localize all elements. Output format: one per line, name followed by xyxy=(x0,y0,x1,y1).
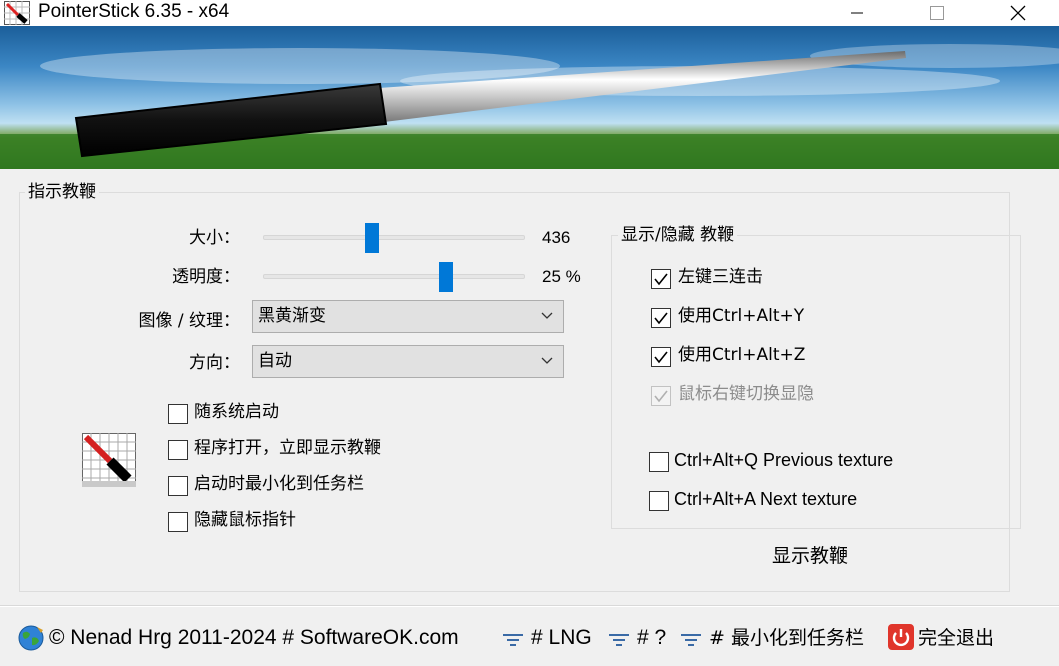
checkbox-previous-texture[interactable] xyxy=(649,452,669,472)
checkmark-icon xyxy=(654,390,668,403)
direction-label: 方向： xyxy=(189,353,240,373)
size-slider-track[interactable] xyxy=(263,235,525,240)
globe-icon[interactable] xyxy=(17,624,45,652)
pointer-group-title: 指示教鞭 xyxy=(25,182,99,202)
checkmark-icon xyxy=(654,312,668,325)
chevron-down-icon xyxy=(541,301,553,343)
checkbox-triple-click[interactable] xyxy=(651,269,671,289)
title-bar: PointerStick 6.35 - x64 xyxy=(0,0,1059,26)
showhide-group-title: 显示/隐藏 教鞭 xyxy=(618,225,738,245)
checkbox-hide-cursor[interactable] xyxy=(168,512,188,532)
chevron-down-icon xyxy=(541,346,553,388)
texture-selected: 黑黄渐变 xyxy=(258,306,326,326)
opacity-slider-track[interactable] xyxy=(263,274,525,279)
previous-texture-label: Ctrl+Alt+Q Previous texture xyxy=(674,450,894,470)
next-texture-label: Ctrl+Alt+A Next texture xyxy=(674,489,858,509)
close-button[interactable] xyxy=(995,0,1041,26)
exit-button[interactable]: 完全退出 xyxy=(918,624,994,652)
window-title: PointerStick 6.35 - x64 xyxy=(38,1,230,22)
checkbox-autostart[interactable] xyxy=(168,404,188,424)
footer-divider xyxy=(0,605,1059,607)
checkbox-right-click-toggle xyxy=(651,386,671,406)
close-icon xyxy=(1010,5,1026,21)
language-menu[interactable]: # LNG xyxy=(531,624,592,652)
checkmark-icon xyxy=(654,351,668,364)
opacity-label: 透明度： xyxy=(172,267,240,287)
hide-cursor-label: 隐藏鼠标指针 xyxy=(194,510,296,530)
menu-lines-icon[interactable] xyxy=(680,629,702,655)
texture-dropdown[interactable]: 黑黄渐变 xyxy=(252,300,564,333)
checkbox-ctrl-alt-z[interactable] xyxy=(651,347,671,367)
maximize-button[interactable] xyxy=(914,0,960,26)
minimize-button[interactable] xyxy=(834,0,880,26)
checkbox-ctrl-alt-y[interactable] xyxy=(651,308,671,328)
ctrl-alt-z-label: 使用Ctrl+Alt+Z xyxy=(678,345,806,365)
help-menu[interactable]: # ? xyxy=(637,624,666,652)
power-icon[interactable] xyxy=(888,624,914,650)
opacity-slider-thumb[interactable] xyxy=(439,262,454,292)
footer-bar: © Nenad Hrg 2011-2024 # SoftwareOK.com #… xyxy=(0,616,1059,660)
ctrl-alt-y-label: 使用Ctrl+Alt+Y xyxy=(678,306,805,326)
show-on-open-label: 程序打开，立即显示教鞭 xyxy=(194,438,381,458)
start-minimized-label: 启动时最小化到任务栏 xyxy=(194,474,364,494)
size-value: 436 xyxy=(542,228,571,247)
showhide-groupbox xyxy=(611,235,1021,529)
banner-image xyxy=(0,26,1059,169)
pointerstick-app-icon[interactable] xyxy=(4,1,30,25)
triple-click-label: 左键三连击 xyxy=(678,267,763,287)
show-pointer-button[interactable]: 显示教鞭 xyxy=(720,542,900,572)
opacity-value: 25 % xyxy=(542,267,581,286)
minimize-to-tray-menu[interactable]: # 最小化到任务栏 xyxy=(709,624,864,652)
size-slider-thumb[interactable] xyxy=(364,223,379,253)
autostart-label: 随系统启动 xyxy=(194,402,279,422)
copyright-link[interactable]: © Nenad Hrg 2011-2024 # SoftwareOK.com xyxy=(49,624,459,652)
size-label: 大小： xyxy=(189,228,240,248)
direction-dropdown[interactable]: 自动 xyxy=(252,345,564,378)
checkbox-show-on-open[interactable] xyxy=(168,440,188,460)
checkbox-next-texture[interactable] xyxy=(649,491,669,511)
direction-selected: 自动 xyxy=(258,351,292,371)
maximize-icon xyxy=(930,6,944,20)
pointerstick-large-icon xyxy=(82,433,136,487)
menu-lines-icon[interactable] xyxy=(608,629,630,655)
menu-lines-icon[interactable] xyxy=(502,629,524,655)
checkbox-start-minimized[interactable] xyxy=(168,476,188,496)
minimize-icon xyxy=(851,12,863,14)
right-click-toggle-label: 鼠标右键切换显隐 xyxy=(678,384,814,404)
checkmark-icon xyxy=(654,273,668,286)
texture-label: 图像 / 纹理： xyxy=(138,311,240,331)
